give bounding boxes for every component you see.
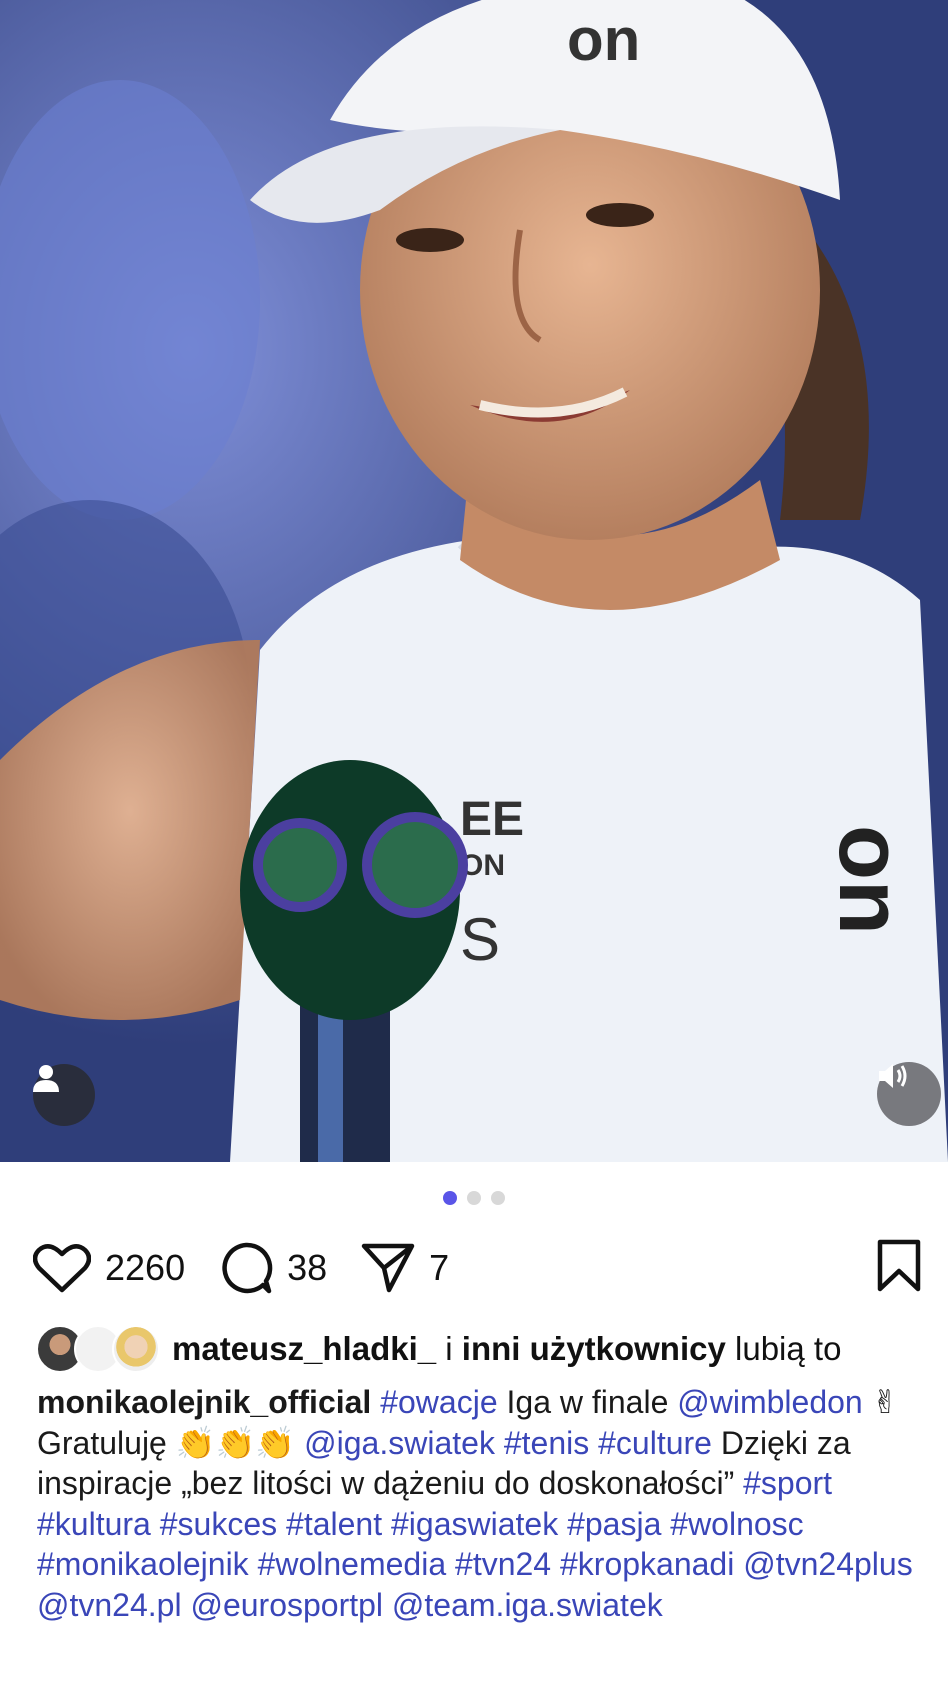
comment-icon — [222, 1242, 273, 1294]
mention-link[interactable]: @tvn24.pl — [37, 1587, 182, 1623]
share-button[interactable]: 7 — [361, 1242, 449, 1294]
speaker-icon — [879, 1064, 907, 1088]
caption-text-segment — [551, 1546, 560, 1582]
share-count: 7 — [429, 1247, 450, 1288]
caption-text-segment — [558, 1506, 567, 1542]
heart-icon — [33, 1244, 91, 1293]
hashtag-link[interactable]: #sport — [743, 1465, 832, 1501]
caption-author[interactable]: monikaolejnik_official — [37, 1384, 371, 1420]
liked-by-suffix: lubią to — [725, 1330, 842, 1367]
carousel-dot[interactable] — [467, 1191, 481, 1205]
mention-link[interactable]: @tvn24plus — [743, 1546, 912, 1582]
liked-by-connector: i — [436, 1330, 462, 1367]
mention-link[interactable]: @team.iga.swiatek — [392, 1587, 663, 1623]
post-caption: monikaolejnik_official #owacje Iga w fin… — [37, 1382, 917, 1625]
carousel-dot[interactable] — [443, 1191, 457, 1205]
carousel-dot[interactable] — [491, 1191, 505, 1205]
liker-avatars — [36, 1325, 160, 1373]
post-actions: 2260 38 7 — [33, 1238, 922, 1298]
svg-text:EE: EE — [460, 793, 524, 846]
hashtag-link[interactable]: #kropkanadi — [560, 1546, 734, 1582]
sound-toggle-button[interactable] — [877, 1062, 941, 1126]
like-count: 2260 — [105, 1247, 186, 1288]
caption-text-segment — [277, 1506, 286, 1542]
user-tag-button[interactable] — [33, 1064, 95, 1126]
svg-text:S: S — [460, 906, 500, 973]
svg-text:on: on — [820, 825, 920, 935]
mention-link[interactable]: @wimbledon — [677, 1384, 862, 1420]
post-photo[interactable]: on on EE ON S — [0, 0, 948, 1162]
like-button[interactable]: 2260 — [33, 1242, 185, 1294]
send-icon — [361, 1243, 415, 1293]
mention-link[interactable]: @iga.swiatek — [304, 1425, 495, 1461]
mention-link[interactable]: @eurosportpl — [190, 1587, 383, 1623]
caption-text-segment — [383, 1587, 392, 1623]
caption-text-segment — [249, 1546, 258, 1582]
liked-by-row[interactable]: mateusz_hladki_ i inni użytkownicy lubią… — [36, 1325, 928, 1373]
caption-text-segment — [446, 1546, 455, 1582]
comment-count: 38 — [287, 1247, 328, 1288]
caption-text-segment — [661, 1506, 670, 1542]
hashtag-link[interactable]: #wolnemedia — [258, 1546, 447, 1582]
hashtag-link[interactable]: #wolnosc — [670, 1506, 803, 1542]
carousel-indicator — [0, 1191, 948, 1205]
caption-text-segment — [589, 1425, 598, 1461]
hashtag-link[interactable]: #culture — [598, 1425, 712, 1461]
hashtag-link[interactable]: #sukces — [160, 1506, 277, 1542]
hashtag-link[interactable]: #tvn24 — [455, 1546, 551, 1582]
caption-text-segment — [151, 1506, 160, 1542]
caption-text-segment — [382, 1506, 391, 1542]
caption-text-segment — [734, 1546, 743, 1582]
caption-text-segment: Iga w finale — [497, 1384, 678, 1420]
save-button[interactable] — [876, 1239, 922, 1298]
liked-by-others[interactable]: inni użytkownicy — [462, 1330, 726, 1368]
liker-username[interactable]: mateusz_hladki_ — [172, 1330, 436, 1368]
user-tag-icon — [33, 1065, 59, 1092]
avatar — [112, 1325, 160, 1373]
caption-text-segment — [495, 1425, 504, 1461]
bookmark-icon — [877, 1239, 921, 1291]
hashtag-link[interactable]: #igaswiatek — [391, 1506, 558, 1542]
comment-button[interactable]: 38 — [219, 1241, 327, 1295]
hashtag-link[interactable]: #kultura — [37, 1506, 151, 1542]
hashtag-link[interactable]: #talent — [286, 1506, 382, 1542]
hashtag-link[interactable]: #pasja — [567, 1506, 661, 1542]
photo-illustration: on on EE ON S — [0, 0, 948, 1162]
svg-text:on: on — [567, 6, 640, 73]
hashtag-link[interactable]: #tenis — [504, 1425, 589, 1461]
hashtag-link[interactable]: #owacje — [380, 1384, 497, 1420]
hashtag-link[interactable]: #monikaolejnik — [37, 1546, 249, 1582]
